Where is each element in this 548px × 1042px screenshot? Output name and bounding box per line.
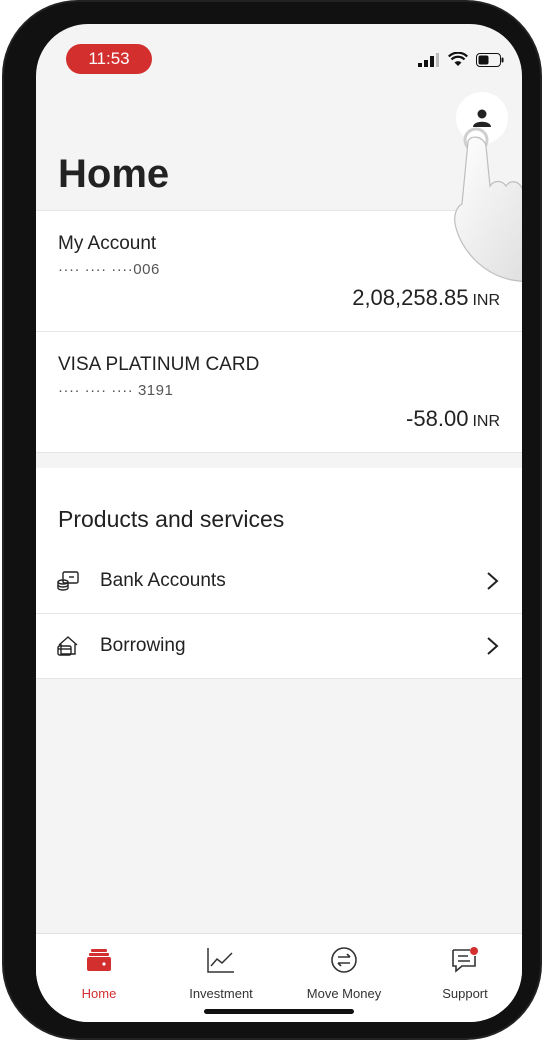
tab-move-money[interactable]: Move Money [289, 944, 399, 1001]
balance-currency: INR [472, 413, 500, 430]
account-name: VISA PLATINUM CARD [58, 354, 260, 375]
status-icons [418, 52, 504, 67]
account-balance: -58.00 INR [406, 406, 500, 432]
account-number: ···· ···· ···· 3191 [58, 382, 174, 399]
bottom-tab-bar: Home Investment Move Money Support [36, 933, 522, 1022]
profile-button[interactable] [456, 92, 508, 144]
products-section: Products and services Bank Accounts Borr… [36, 468, 522, 679]
page-title: Home [58, 152, 170, 196]
list-item-bank-accounts[interactable]: Bank Accounts [36, 549, 522, 614]
status-bar: 11:53 [36, 24, 522, 84]
balance-value: -58.00 [406, 406, 469, 431]
tab-investment[interactable]: Investment [166, 944, 276, 1001]
tab-support[interactable]: Support [410, 944, 520, 1001]
app-screen: 11:53 Home My Account ···· ···· ····006 … [36, 24, 522, 1022]
list-item-label: Bank Accounts [100, 570, 226, 591]
chat-notification-icon [452, 947, 478, 973]
section-title: Products and services [58, 506, 285, 532]
account-number: ···· ···· ····006 [58, 261, 160, 278]
list-item-borrowing[interactable]: Borrowing [36, 614, 522, 679]
phone-frame: 11:53 Home My Account ···· ···· ····006 … [4, 2, 540, 1038]
signal-icon [418, 52, 439, 67]
balance-currency: INR [472, 292, 500, 309]
chevron-right-icon [487, 637, 499, 655]
coins-card-icon [57, 571, 79, 591]
list-item-label: Borrowing [100, 635, 186, 656]
tab-label: Support [442, 986, 488, 1001]
home-indicator [204, 1009, 354, 1014]
account-card-my-account[interactable]: My Account ···· ···· ····006 2,08,258.85… [36, 210, 522, 331]
tab-label: Move Money [306, 986, 382, 1001]
house-card-icon [57, 636, 78, 656]
tab-label: Home [81, 986, 117, 1001]
transfer-icon [331, 947, 357, 973]
wifi-icon [448, 52, 468, 66]
line-chart-icon [207, 948, 234, 973]
account-card-visa-platinum[interactable]: VISA PLATINUM CARD ···· ···· ···· 3191 -… [36, 331, 522, 453]
tab-label: Investment [189, 986, 253, 1001]
status-time: 11:53 [66, 44, 152, 74]
battery-icon [476, 52, 504, 67]
account-name: My Account [58, 233, 157, 254]
chevron-right-icon [487, 572, 499, 590]
accounts-list: My Account ···· ···· ····006 2,08,258.85… [36, 210, 522, 453]
wallet-icon [87, 949, 111, 971]
person-icon [473, 109, 491, 127]
tab-home[interactable]: Home [44, 944, 154, 1001]
account-balance: 2,08,258.85 INR [352, 285, 500, 311]
balance-value: 2,08,258.85 [352, 285, 469, 310]
